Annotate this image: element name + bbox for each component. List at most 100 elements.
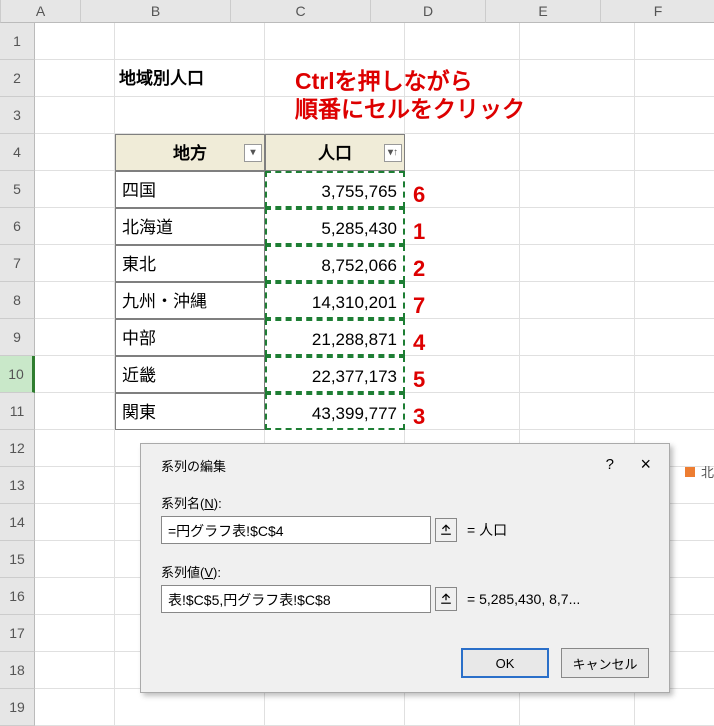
cell[interactable]: [520, 319, 635, 356]
row-header-12[interactable]: 12: [0, 430, 35, 467]
row-header-9[interactable]: 9: [0, 319, 35, 356]
region-cell[interactable]: 北海道: [115, 208, 265, 245]
row-header-5[interactable]: 5: [0, 171, 35, 208]
help-button[interactable]: ?: [606, 456, 614, 473]
cell[interactable]: [635, 208, 714, 245]
cell[interactable]: [405, 23, 520, 60]
cell[interactable]: [35, 356, 115, 393]
cell[interactable]: [35, 97, 115, 134]
table-title[interactable]: 地域別人口: [115, 60, 265, 97]
cell[interactable]: [635, 393, 714, 430]
cell[interactable]: [115, 23, 265, 60]
col-header-e[interactable]: E: [486, 0, 601, 23]
row-header-11[interactable]: 11: [0, 393, 35, 430]
cell[interactable]: [35, 467, 115, 504]
cell[interactable]: [635, 23, 714, 60]
row-header-17[interactable]: 17: [0, 615, 35, 652]
cell[interactable]: [520, 134, 635, 171]
cell[interactable]: [35, 504, 115, 541]
region-cell[interactable]: 九州・沖縄: [115, 282, 265, 319]
region-cell[interactable]: 中部: [115, 319, 265, 356]
cell[interactable]: [520, 245, 635, 282]
row-header-6[interactable]: 6: [0, 208, 35, 245]
cell[interactable]: [635, 356, 714, 393]
cell[interactable]: [635, 60, 714, 97]
series-name-input[interactable]: =円グラフ表!$C$4: [161, 516, 431, 544]
cell[interactable]: [520, 97, 635, 134]
cell[interactable]: [35, 134, 115, 171]
cell[interactable]: [35, 541, 115, 578]
cell[interactable]: [35, 60, 115, 97]
row-header-19[interactable]: 19: [0, 689, 35, 726]
cell[interactable]: [35, 393, 115, 430]
row-header-4[interactable]: 4: [0, 134, 35, 171]
cell[interactable]: [635, 134, 714, 171]
cell[interactable]: [520, 689, 635, 726]
cancel-button[interactable]: キャンセル: [561, 648, 649, 678]
cell[interactable]: [520, 282, 635, 319]
cell[interactable]: [635, 97, 714, 134]
sort-filter-icon[interactable]: ▾↑: [384, 144, 402, 162]
region-cell[interactable]: 近畿: [115, 356, 265, 393]
cell[interactable]: [35, 578, 115, 615]
cell[interactable]: [635, 282, 714, 319]
col-header-b[interactable]: B: [81, 0, 231, 23]
cell[interactable]: [35, 282, 115, 319]
range-picker-icon[interactable]: [435, 587, 457, 611]
cell[interactable]: [265, 23, 405, 60]
pop-cell[interactable]: 22,377,173: [265, 356, 405, 393]
pop-cell[interactable]: 8,752,066: [265, 245, 405, 282]
row-header-13[interactable]: 13: [0, 467, 35, 504]
pop-cell[interactable]: 21,288,871: [265, 319, 405, 356]
row-header-7[interactable]: 7: [0, 245, 35, 282]
cell[interactable]: [520, 171, 635, 208]
cell[interactable]: [405, 689, 520, 726]
cell[interactable]: [635, 319, 714, 356]
cell[interactable]: [35, 689, 115, 726]
col-header-a[interactable]: A: [1, 0, 81, 23]
row-header-2[interactable]: 2: [0, 60, 35, 97]
header-pop[interactable]: 人口 ▾↑: [265, 134, 405, 171]
row-header-3[interactable]: 3: [0, 97, 35, 134]
row-header-8[interactable]: 8: [0, 282, 35, 319]
series-values-input[interactable]: 表!$C$5,円グラフ表!$C$8: [161, 585, 431, 613]
region-cell[interactable]: 東北: [115, 245, 265, 282]
row-header-10[interactable]: 10: [0, 356, 35, 393]
row-header-1[interactable]: 1: [0, 23, 35, 60]
close-button[interactable]: ×: [640, 454, 651, 475]
cell[interactable]: [35, 171, 115, 208]
cell[interactable]: [635, 245, 714, 282]
row-header-16[interactable]: 16: [0, 578, 35, 615]
cell[interactable]: [635, 171, 714, 208]
cell[interactable]: [405, 134, 520, 171]
cell[interactable]: [35, 430, 115, 467]
cell[interactable]: [35, 615, 115, 652]
cell[interactable]: [520, 356, 635, 393]
filter-dropdown-icon[interactable]: ▾: [244, 144, 262, 162]
cell[interactable]: [520, 60, 635, 97]
cell[interactable]: [35, 23, 115, 60]
ok-button[interactable]: OK: [461, 648, 549, 678]
pop-cell[interactable]: 3,755,765: [265, 171, 405, 208]
cell[interactable]: [35, 319, 115, 356]
region-cell[interactable]: 四国: [115, 171, 265, 208]
cell[interactable]: [520, 393, 635, 430]
row-header-14[interactable]: 14: [0, 504, 35, 541]
pop-cell[interactable]: 43,399,777: [265, 393, 405, 430]
region-cell[interactable]: 関東: [115, 393, 265, 430]
cell[interactable]: [265, 689, 405, 726]
cell[interactable]: [35, 245, 115, 282]
cell[interactable]: [635, 689, 714, 726]
row-header-15[interactable]: 15: [0, 541, 35, 578]
pop-cell[interactable]: 5,285,430: [265, 208, 405, 245]
cell[interactable]: [115, 689, 265, 726]
col-header-f[interactable]: F: [601, 0, 714, 23]
cell[interactable]: [520, 23, 635, 60]
header-region[interactable]: 地方 ▾: [115, 134, 265, 171]
range-picker-icon[interactable]: [435, 518, 457, 542]
pop-cell[interactable]: 14,310,201: [265, 282, 405, 319]
row-header-18[interactable]: 18: [0, 652, 35, 689]
col-header-d[interactable]: D: [371, 0, 486, 23]
col-header-c[interactable]: C: [231, 0, 371, 23]
cell[interactable]: [35, 208, 115, 245]
